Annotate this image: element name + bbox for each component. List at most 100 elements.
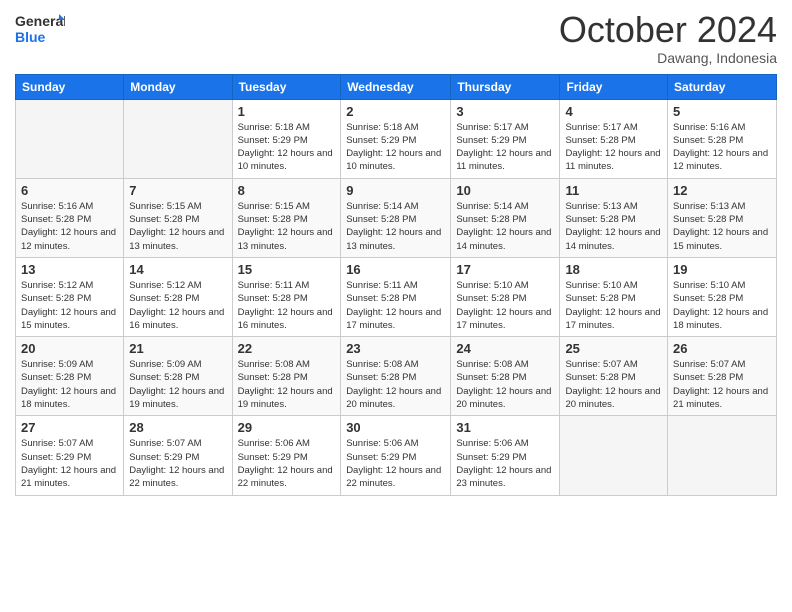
day-number: 28	[129, 420, 226, 435]
day-number: 15	[238, 262, 336, 277]
calendar-cell: 16 Sunrise: 5:11 AM Sunset: 5:28 PM Dayli…	[341, 257, 451, 336]
day-info: Sunrise: 5:06 AM Sunset: 5:29 PM Dayligh…	[456, 437, 554, 490]
svg-text:General: General	[15, 13, 65, 29]
day-info: Sunrise: 5:15 AM Sunset: 5:28 PM Dayligh…	[129, 200, 226, 253]
day-number: 6	[21, 183, 118, 198]
calendar-cell: 2 Sunrise: 5:18 AM Sunset: 5:29 PM Daylig…	[341, 99, 451, 178]
calendar-cell: 18 Sunrise: 5:10 AM Sunset: 5:28 PM Dayli…	[560, 257, 668, 336]
calendar-cell: 4 Sunrise: 5:17 AM Sunset: 5:28 PM Daylig…	[560, 99, 668, 178]
day-number: 16	[346, 262, 445, 277]
day-info: Sunrise: 5:18 AM Sunset: 5:29 PM Dayligh…	[238, 121, 336, 174]
day-number: 7	[129, 183, 226, 198]
day-info: Sunrise: 5:17 AM Sunset: 5:28 PM Dayligh…	[565, 121, 662, 174]
header-friday: Friday	[560, 74, 668, 99]
calendar-cell: 7 Sunrise: 5:15 AM Sunset: 5:28 PM Daylig…	[124, 178, 232, 257]
calendar-cell: 8Sunrise: 5:15 AM Sunset: 5:28 PM Daylig…	[232, 178, 341, 257]
svg-text:Blue: Blue	[15, 29, 46, 45]
calendar-cell: 1 Sunrise: 5:18 AM Sunset: 5:29 PM Daylig…	[232, 99, 341, 178]
calendar-cell: 25 Sunrise: 5:07 AM Sunset: 5:28 PM Dayli…	[560, 337, 668, 416]
title-block: October 2024 Dawang, Indonesia	[559, 10, 777, 66]
day-number: 29	[238, 420, 336, 435]
day-number: 17	[456, 262, 554, 277]
day-info: Sunrise: 5:11 AM Sunset: 5:28 PM Dayligh…	[346, 279, 445, 332]
day-info: Sunrise: 5:18 AM Sunset: 5:29 PM Dayligh…	[346, 121, 445, 174]
calendar-cell: 11Sunrise: 5:13 AM Sunset: 5:28 PM Dayli…	[560, 178, 668, 257]
calendar-cell: 3 Sunrise: 5:17 AM Sunset: 5:29 PM Daylig…	[451, 99, 560, 178]
day-info: Sunrise: 5:10 AM Sunset: 5:28 PM Dayligh…	[456, 279, 554, 332]
calendar-cell: 22 Sunrise: 5:08 AM Sunset: 5:28 PM Dayli…	[232, 337, 341, 416]
day-info: Sunrise: 5:08 AM Sunset: 5:28 PM Dayligh…	[238, 358, 336, 411]
header-monday: Monday	[124, 74, 232, 99]
calendar-cell	[560, 416, 668, 495]
day-number: 4	[565, 104, 662, 119]
header-wednesday: Wednesday	[341, 74, 451, 99]
day-number: 14	[129, 262, 226, 277]
calendar-cell: 23 Sunrise: 5:08 AM Sunset: 5:28 PM Dayli…	[341, 337, 451, 416]
week-row-1: 1 Sunrise: 5:18 AM Sunset: 5:29 PM Daylig…	[16, 99, 777, 178]
day-number: 12	[673, 183, 771, 198]
calendar-cell: 21Sunrise: 5:09 AM Sunset: 5:28 PM Dayli…	[124, 337, 232, 416]
day-info: Sunrise: 5:06 AM Sunset: 5:29 PM Dayligh…	[238, 437, 336, 490]
day-number: 1	[238, 104, 336, 119]
day-info: Sunrise: 5:13 AM Sunset: 5:28 PM Dayligh…	[673, 200, 771, 253]
calendar-cell: 12 Sunrise: 5:13 AM Sunset: 5:28 PM Dayli…	[668, 178, 777, 257]
calendar-cell	[124, 99, 232, 178]
day-number: 23	[346, 341, 445, 356]
day-number: 25	[565, 341, 662, 356]
day-number: 30	[346, 420, 445, 435]
day-info: Sunrise: 5:09 AM Sunset: 5:28 PM Dayligh…	[21, 358, 118, 411]
calendar-table: SundayMondayTuesdayWednesdayThursdayFrid…	[15, 74, 777, 496]
day-number: 26	[673, 341, 771, 356]
calendar-cell: 20 Sunrise: 5:09 AM Sunset: 5:28 PM Dayli…	[16, 337, 124, 416]
location: Dawang, Indonesia	[559, 50, 777, 66]
day-number: 19	[673, 262, 771, 277]
day-info: Sunrise: 5:16 AM Sunset: 5:28 PM Dayligh…	[21, 200, 118, 253]
day-info: Sunrise: 5:07 AM Sunset: 5:29 PM Dayligh…	[21, 437, 118, 490]
day-info: Sunrise: 5:10 AM Sunset: 5:28 PM Dayligh…	[673, 279, 771, 332]
day-info: Sunrise: 5:09 AM Sunset: 5:28 PM Dayligh…	[129, 358, 226, 411]
calendar-header-row: SundayMondayTuesdayWednesdayThursdayFrid…	[16, 74, 777, 99]
calendar-cell: 6 Sunrise: 5:16 AM Sunset: 5:28 PM Daylig…	[16, 178, 124, 257]
day-info: Sunrise: 5:10 AM Sunset: 5:28 PM Dayligh…	[565, 279, 662, 332]
day-info: Sunrise: 5:17 AM Sunset: 5:29 PM Dayligh…	[456, 121, 554, 174]
calendar-cell: 26 Sunrise: 5:07 AM Sunset: 5:28 PM Dayli…	[668, 337, 777, 416]
page: General Blue October 2024 Dawang, Indone…	[0, 0, 792, 612]
calendar-cell: 19 Sunrise: 5:10 AM Sunset: 5:28 PM Dayli…	[668, 257, 777, 336]
day-info: Sunrise: 5:12 AM Sunset: 5:28 PM Dayligh…	[21, 279, 118, 332]
day-info: Sunrise: 5:08 AM Sunset: 5:28 PM Dayligh…	[346, 358, 445, 411]
month-title: October 2024	[559, 10, 777, 50]
week-row-2: 6 Sunrise: 5:16 AM Sunset: 5:28 PM Daylig…	[16, 178, 777, 257]
day-info: Sunrise: 5:07 AM Sunset: 5:28 PM Dayligh…	[565, 358, 662, 411]
day-number: 8	[238, 183, 336, 198]
day-number: 20	[21, 341, 118, 356]
calendar-cell: 13Sunrise: 5:12 AM Sunset: 5:28 PM Dayli…	[16, 257, 124, 336]
day-info: Sunrise: 5:06 AM Sunset: 5:29 PM Dayligh…	[346, 437, 445, 490]
calendar-cell: 28Sunrise: 5:07 AM Sunset: 5:29 PM Dayli…	[124, 416, 232, 495]
day-number: 3	[456, 104, 554, 119]
calendar-cell	[668, 416, 777, 495]
header-saturday: Saturday	[668, 74, 777, 99]
day-number: 9	[346, 183, 445, 198]
day-number: 11	[565, 183, 662, 198]
calendar-cell: 17 Sunrise: 5:10 AM Sunset: 5:28 PM Dayli…	[451, 257, 560, 336]
calendar-cell: 29 Sunrise: 5:06 AM Sunset: 5:29 PM Dayli…	[232, 416, 341, 495]
header-tuesday: Tuesday	[232, 74, 341, 99]
day-number: 10	[456, 183, 554, 198]
day-info: Sunrise: 5:11 AM Sunset: 5:28 PM Dayligh…	[238, 279, 336, 332]
logo: General Blue	[15, 10, 65, 48]
day-number: 2	[346, 104, 445, 119]
calendar-cell: 14Sunrise: 5:12 AM Sunset: 5:28 PM Dayli…	[124, 257, 232, 336]
calendar-cell: 30 Sunrise: 5:06 AM Sunset: 5:29 PM Dayli…	[341, 416, 451, 495]
calendar-cell	[16, 99, 124, 178]
week-row-3: 13Sunrise: 5:12 AM Sunset: 5:28 PM Dayli…	[16, 257, 777, 336]
calendar-cell: 5Sunrise: 5:16 AM Sunset: 5:28 PM Daylig…	[668, 99, 777, 178]
calendar-cell: 27 Sunrise: 5:07 AM Sunset: 5:29 PM Dayli…	[16, 416, 124, 495]
calendar-cell: 31Sunrise: 5:06 AM Sunset: 5:29 PM Dayli…	[451, 416, 560, 495]
logo-svg: General Blue	[15, 10, 65, 48]
day-info: Sunrise: 5:07 AM Sunset: 5:28 PM Dayligh…	[673, 358, 771, 411]
week-row-4: 20 Sunrise: 5:09 AM Sunset: 5:28 PM Dayli…	[16, 337, 777, 416]
day-number: 27	[21, 420, 118, 435]
day-info: Sunrise: 5:14 AM Sunset: 5:28 PM Dayligh…	[456, 200, 554, 253]
day-number: 18	[565, 262, 662, 277]
day-number: 22	[238, 341, 336, 356]
